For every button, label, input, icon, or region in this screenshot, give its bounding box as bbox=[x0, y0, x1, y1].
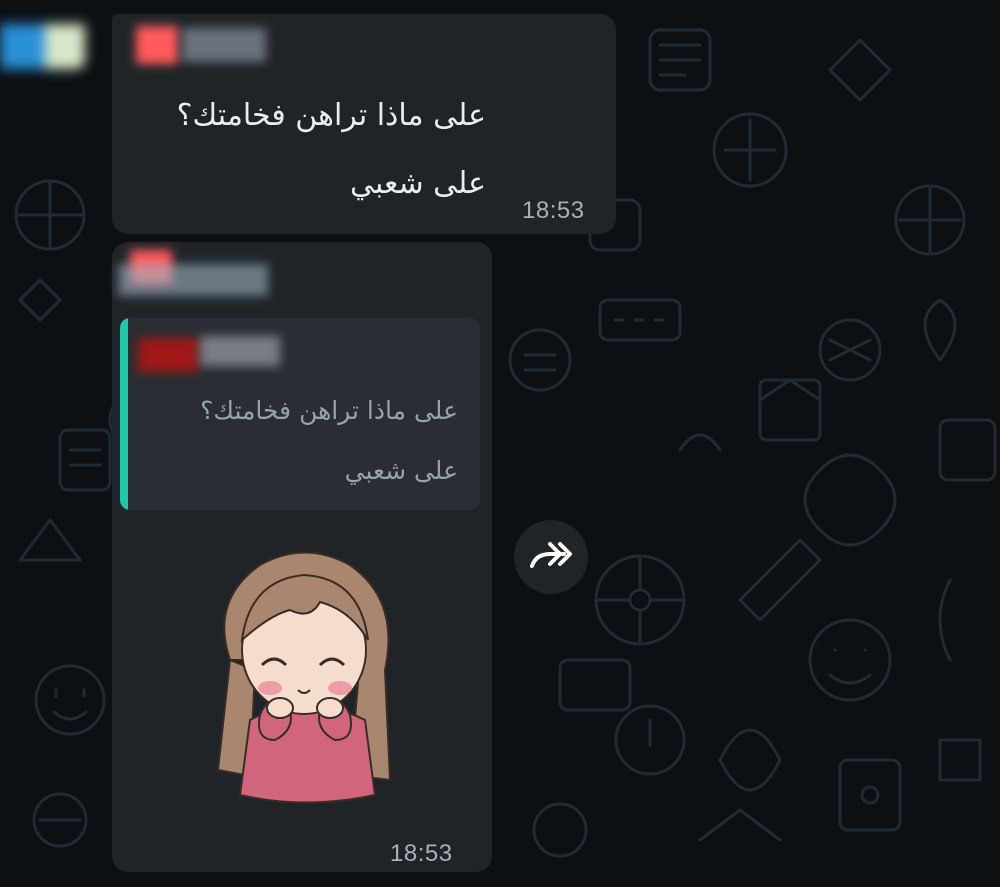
sender-avatar[interactable] bbox=[0, 14, 92, 74]
quoted-text-line: على ماذا تراهن فخامتك؟ bbox=[200, 396, 458, 425]
forward-button[interactable] bbox=[514, 520, 588, 594]
quoted-text-line: على شعبي bbox=[344, 456, 458, 485]
message-text-line: على شعبي bbox=[349, 166, 486, 201]
cute-girl-sticker[interactable] bbox=[200, 540, 410, 810]
message-timestamp: 18:53 bbox=[522, 197, 585, 224]
quoted-message[interactable]: على ماذا تراهن فخامتك؟ على شعبي bbox=[120, 318, 480, 510]
quote-accent-bar bbox=[120, 318, 128, 510]
message-text-line: على ماذا تراهن فخامتك؟ bbox=[176, 98, 486, 133]
forward-icon bbox=[530, 542, 572, 568]
message-timestamp: 18:53 bbox=[390, 840, 453, 867]
